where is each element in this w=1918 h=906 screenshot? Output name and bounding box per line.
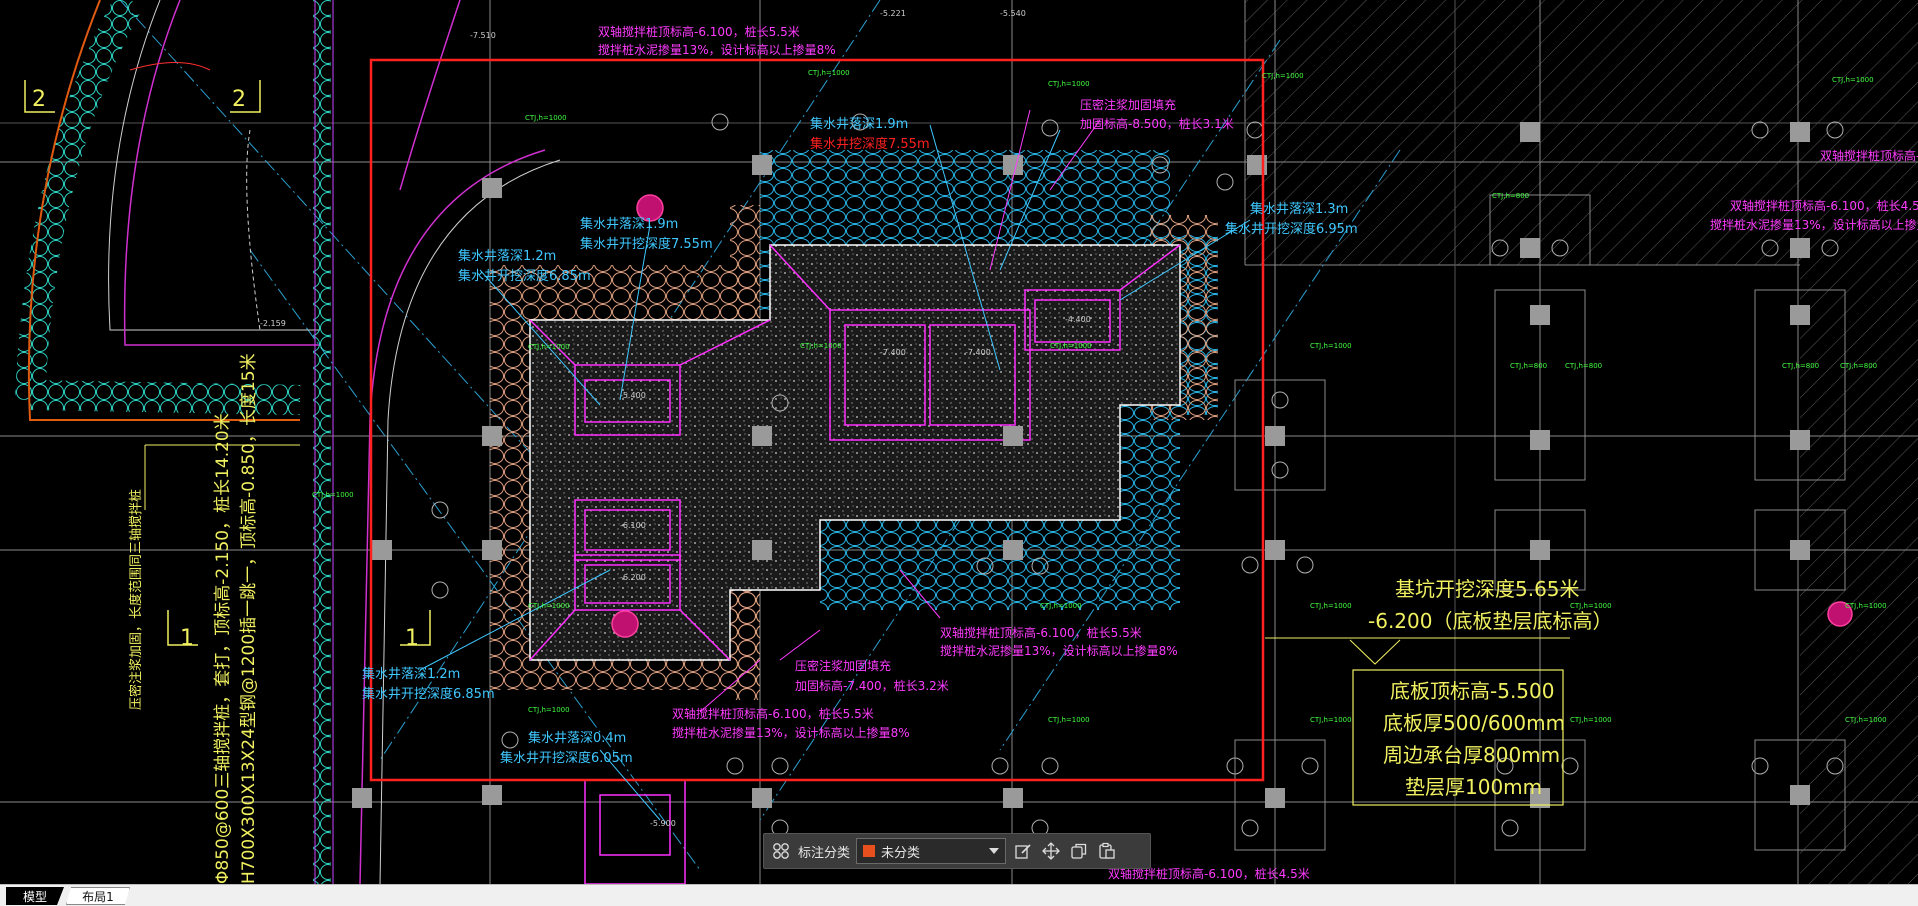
svg-text:CTJ,h=1000: CTJ,h=1000 (1310, 342, 1352, 350)
svg-text:CTJ,h=1000: CTJ,h=1000 (1845, 716, 1887, 724)
svg-text:CTJ,h=1000: CTJ,h=1000 (528, 343, 570, 351)
section-marker-1-right: 1 (405, 626, 419, 651)
svg-text:-7.400: -7.400 (965, 348, 991, 357)
svg-text:CTJ,h=800: CTJ,h=800 (1510, 362, 1547, 370)
svg-text:-5.540: -5.540 (1000, 9, 1026, 18)
pit-d-line2: 集水井开挖深度6.95m (1225, 221, 1358, 237)
svg-text:-6.100: -6.100 (620, 521, 646, 530)
copy-icon[interactable] (1068, 840, 1090, 862)
pit-c-line1: 集水井落深1.2m (458, 248, 556, 264)
grout-b-line1: 压密注浆加固填充 (795, 658, 891, 673)
svg-text:CTJ,h=800: CTJ,h=800 (1565, 362, 1602, 370)
slab-note: 底板顶标高-5.500 底板厚500/600mm 周边承台厚800mm 垫层厚1… (1383, 679, 1565, 799)
hatched-area (1244, 0, 1918, 884)
svg-text:-6.200: -6.200 (620, 573, 646, 582)
pit-a-line1: 集水井落深1.9m (810, 116, 908, 132)
svg-text:CTJ,h=1000: CTJ,h=1000 (1048, 716, 1090, 724)
pit-f-line1: 集水井落深0.4m (528, 730, 626, 746)
svg-text:CTJ,h=1000: CTJ,h=1000 (1570, 716, 1612, 724)
grout-a-line1: 压密注浆加固填充 (1080, 97, 1176, 112)
section-marker-1-left: 1 (180, 626, 194, 651)
category-color-swatch (863, 845, 876, 857)
pit-c-line2: 集水井开挖深度6.85m (458, 268, 591, 284)
svg-text:CTJ,h=1000: CTJ,h=1000 (1048, 80, 1090, 88)
cushion-thickness: 垫层厚100mm (1405, 775, 1542, 799)
svg-text:CTJ,h=1000: CTJ,h=1000 (1040, 602, 1082, 610)
svg-text:CTJ,h=1000: CTJ,h=1000 (525, 114, 567, 122)
svg-text:-5.900: -5.900 (650, 819, 676, 828)
excavation-depth-elevation: -6.200（底板垫层底标高） (1368, 609, 1612, 633)
svg-text:-7.400: -7.400 (880, 348, 906, 357)
mixpile-c-line1: 双轴搅拌桩顶标高-6.100，桩长5.5米 (672, 706, 874, 721)
move-icon[interactable] (1040, 840, 1062, 862)
slab-top-elevation: 底板顶标高-5.500 (1390, 679, 1554, 703)
svg-text:CTJ,h=800: CTJ,h=800 (1782, 362, 1819, 370)
svg-text:-5.400: -5.400 (620, 391, 646, 400)
pit-a-depth-label: 集水井挖深度7.55m (810, 136, 930, 152)
svg-text:CTJ,h=800: CTJ,h=800 (1492, 192, 1529, 200)
section-marker-2-left: 2 (32, 87, 46, 112)
svg-text:CTJ,h=1000: CTJ,h=1000 (1050, 342, 1092, 350)
svg-text:CTJ,h=1000: CTJ,h=1000 (808, 69, 850, 77)
drawing-canvas[interactable]: 2 2 1 1 -5.400 -7.400 -7.400 -4.400 -6.1… (0, 0, 1918, 884)
vertical-specs: Φ850@600三轴搅拌桩，套打，顶标高-2.150，桩长14.20米 H700… (128, 353, 259, 884)
mixpile-b-line1: 双轴搅拌桩顶标高-6.100，桩长5.5米 (940, 625, 1142, 640)
steel-section-spec: H700X300X13X24型钢@1200插一跳一，顶标高-0.850，长度15… (239, 353, 259, 884)
svg-text:CTJ,h=1000: CTJ,h=1000 (528, 706, 570, 714)
pit-d-line1: 集水井落深1.3m (1250, 201, 1348, 217)
grout-left-spec: 压密注浆加固，长度范围同三轴搅拌桩 (128, 489, 144, 710)
chevron-down-icon (989, 848, 1000, 854)
svg-text:-5.221: -5.221 (880, 9, 906, 18)
svg-text:CTJ,h=800: CTJ,h=800 (1840, 362, 1877, 370)
pit-f-line2: 集水井开挖深度6.05m (500, 750, 633, 766)
svg-text:CTJ,h=1000: CTJ,h=1000 (1845, 602, 1887, 610)
annotation-toolbar: 标注分类 未分类 (763, 833, 1151, 869)
pit-b-line2: 集水井开挖深度7.55m (580, 236, 713, 252)
svg-text:-2.159: -2.159 (260, 319, 286, 328)
excavation-depth-title: 基坑开挖深度5.65米 (1395, 577, 1580, 601)
mixpile-d-line2: 搅拌桩水泥掺量13%，设计标高以上掺量8% (1710, 217, 1918, 232)
svg-text:CTJ,h=1000: CTJ,h=1000 (1310, 602, 1352, 610)
pit-e-line2: 集水井开挖深度6.85m (362, 686, 495, 702)
cad-drawing[interactable]: 2 2 1 1 -5.400 -7.400 -7.400 -4.400 -6.1… (0, 0, 1918, 884)
mixpile-d-line1: 双轴搅拌桩顶标高-6.100，桩长4.5米 (1730, 198, 1918, 213)
tab-model[interactable]: 模型 (6, 887, 64, 905)
edit-icon[interactable] (1012, 840, 1034, 862)
mixpile-a-line1: 双轴搅拌桩顶标高-6.100，桩长5.5米 (598, 24, 800, 39)
svg-text:-4.400: -4.400 (1065, 315, 1091, 324)
annotation-category-label: 标注分类 (798, 845, 851, 861)
mixpile-c-line2: 搅拌桩水泥掺量13%，设计标高以上掺量8% (672, 725, 910, 740)
tab-layout1[interactable]: 布局1 (66, 887, 130, 905)
svg-text:CTJ,h=1000: CTJ,h=1000 (528, 602, 570, 610)
curved-wall (15, 0, 561, 884)
paste-icon[interactable] (1096, 840, 1118, 862)
layout-tab-bar: 模型 布局1 (0, 884, 1918, 906)
svg-text:CTJ,h=1000: CTJ,h=1000 (312, 491, 354, 499)
category-select[interactable]: 未分类 (856, 838, 1007, 864)
grout-a-line2: 加固标高-8.500，桩长3.1米 (1080, 116, 1234, 131)
svg-text:-7.510: -7.510 (470, 31, 496, 40)
grout-b-line2: 加固标高-7.400，桩长3.2米 (795, 678, 949, 693)
mixing-pile-spec: Φ850@600三轴搅拌桩，套打，顶标高-2.150，桩长14.20米 (213, 413, 233, 884)
slab-thickness: 底板厚500/600mm (1383, 711, 1565, 735)
category-select-value: 未分类 (881, 845, 921, 861)
grid-icon[interactable] (770, 840, 792, 862)
pit-e-line1: 集水井落深1.2m (362, 666, 460, 682)
svg-text:CTJ,h=1000: CTJ,h=1000 (1310, 716, 1352, 724)
section-marker-2-right: 2 (232, 87, 246, 112)
mixpile-f-line1: 双轴搅拌桩顶标高-6.100，桩长4.5米 (1820, 148, 1918, 163)
pit-b-line1: 集水井落深1.9m (580, 216, 678, 232)
mixpile-b-line2: 搅拌桩水泥掺量13%，设计标高以上掺量8% (940, 643, 1178, 658)
mixpile-a-line2: 搅拌桩水泥掺量13%，设计标高以上掺量8% (598, 42, 836, 57)
svg-text:CTJ,h=1000: CTJ,h=1000 (1262, 72, 1304, 80)
pile-cap-thickness: 周边承台厚800mm (1383, 743, 1560, 767)
svg-text:CTJ,h=1000: CTJ,h=1000 (1832, 76, 1874, 84)
svg-text:CTJ,h=1000: CTJ,h=1000 (800, 342, 842, 350)
